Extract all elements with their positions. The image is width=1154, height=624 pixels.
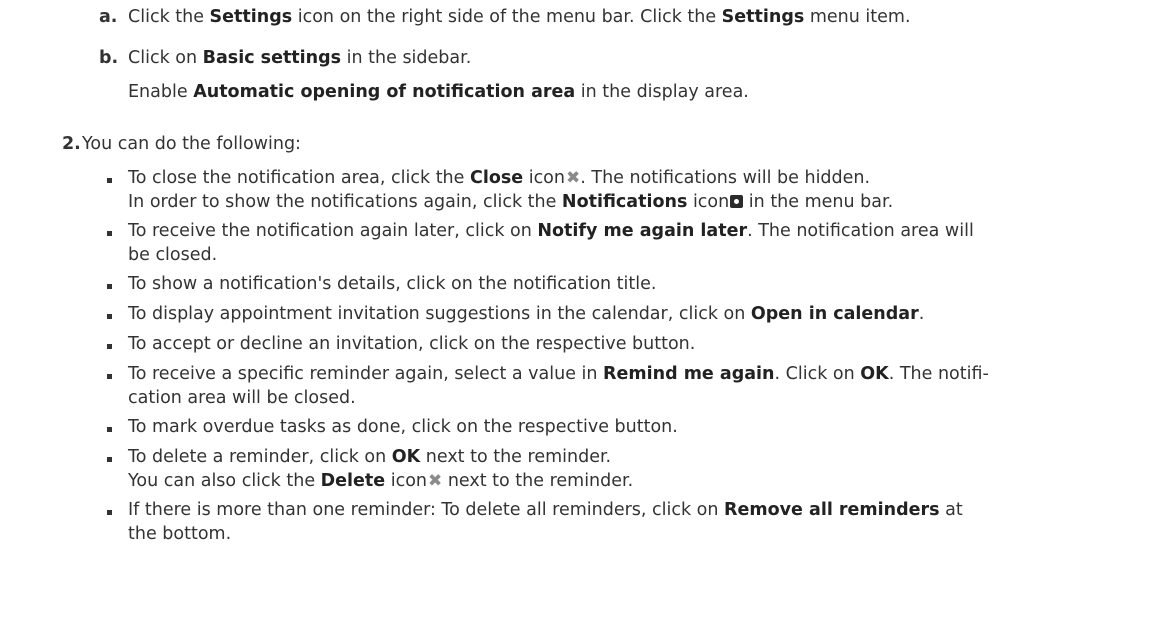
automatic-opening-term: Automatic opening of notification area [193, 82, 576, 102]
bullet-overdue-text: To mark overdue tasks as done, click on … [128, 417, 678, 437]
bullet-delete-text-2: You can also click the Delete icon✖ next… [128, 471, 634, 491]
close-term: Close [469, 168, 524, 188]
step-2-marker: 2. [62, 134, 81, 154]
bullet-notify-later-text-2: be closed. [128, 245, 218, 265]
bullet-remove-all-text: If there is more than one reminder: To d… [128, 500, 963, 520]
bullet-delete-text: To delete a reminder, click on OK next t… [128, 447, 612, 467]
bullet-marker [107, 231, 112, 236]
bullet-remove-all-text-2: the bottom. [128, 524, 232, 544]
settings-term: Settings [209, 7, 293, 27]
step-2-text: You can do the following: [82, 134, 301, 154]
close-icon: ✖ [566, 168, 581, 188]
step-b-text: Click on Basic settings in the sidebar. [128, 48, 472, 68]
remind-me-again-term: Remind me again [603, 364, 775, 384]
step-b-enable-text: Enable Automatic opening of notification… [128, 82, 749, 102]
delete-term: Delete [320, 471, 386, 491]
step-b-marker: b. [99, 48, 119, 68]
bullet-invitation-text: To accept or decline an invitation, clic… [128, 334, 696, 354]
bullet-remind-text-2: cation area will be closed. [128, 388, 356, 408]
notify-me-again-later-term: Notify me again later [537, 221, 748, 241]
bullet-marker [107, 284, 112, 289]
open-in-calendar-term: Open in calendar [750, 304, 919, 324]
notifications-icon [730, 195, 744, 208]
bullet-notify-later-text: To receive the notification again later,… [128, 221, 974, 241]
bullet-calendar-text: To display appointment invitation sugges… [128, 304, 925, 324]
ok-term: OK [391, 447, 421, 467]
step-a-text: Click the Settings icon on the right sid… [128, 7, 911, 27]
bullet-marker [107, 510, 112, 515]
bullet-close-text-2: In order to show the notifications again… [128, 192, 894, 212]
basic-settings-term: Basic settings [202, 48, 342, 68]
bullet-marker [107, 314, 112, 319]
bullet-marker [107, 344, 112, 349]
bullet-close-text: To close the notification area, click th… [128, 168, 871, 188]
step-a-marker: a. [99, 7, 118, 27]
delete-icon: ✖ [428, 471, 443, 491]
notifications-term: Notifications [561, 192, 688, 212]
ok-term: OK [860, 364, 889, 384]
bullet-remind-text: To receive a specific reminder again, se… [128, 364, 989, 384]
bullet-marker [107, 457, 112, 462]
bullet-details-text: To show a notification's details, click … [128, 274, 657, 294]
remove-all-reminders-term: Remove all reminders [724, 500, 940, 520]
bullet-marker [107, 427, 112, 432]
bullet-marker [107, 178, 112, 183]
settings-menu-item-term: Settings [721, 7, 805, 27]
bullet-marker [107, 374, 112, 379]
